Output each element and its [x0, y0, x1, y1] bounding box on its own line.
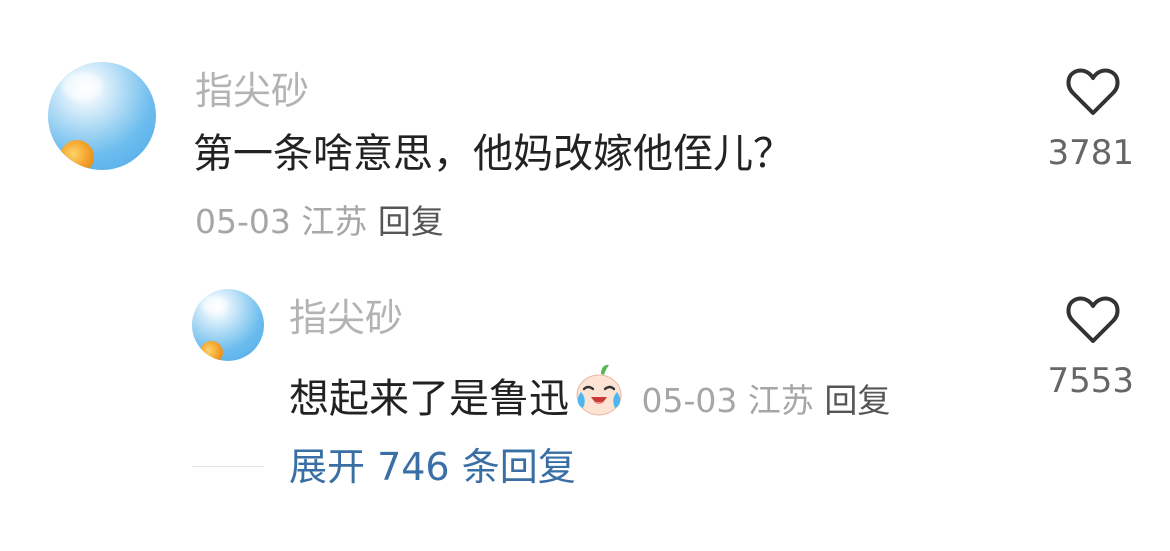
reply-text[interactable]: 想起来了是鲁迅: [289, 376, 569, 422]
reply-date: 05-03: [641, 381, 738, 420]
expand-divider: [192, 466, 264, 467]
reply-avatar[interactable]: [192, 289, 264, 361]
comment-text[interactable]: 第一条啥意思，他妈改嫁他侄儿？: [193, 134, 793, 174]
reply-meta: 05-03 江苏 回复: [631, 381, 891, 420]
avatar-glare: [201, 296, 227, 314]
comment-meta: 05-03 江苏 回复: [195, 205, 444, 238]
comment-reply-button[interactable]: 回复: [378, 202, 444, 241]
reply-username[interactable]: 指尖砂: [289, 299, 403, 337]
comment-location: 江苏: [301, 202, 368, 241]
comment-username[interactable]: 指尖砂: [195, 72, 309, 110]
reply-like-count: 7553: [1047, 361, 1134, 401]
avatar-glare: [62, 72, 102, 100]
heart-outline-icon[interactable]: [1065, 294, 1121, 346]
avatar[interactable]: [48, 62, 156, 170]
expand-replies-link[interactable]: 展开 746 条回复: [289, 448, 576, 486]
reply-reply-button[interactable]: 回复: [824, 381, 890, 420]
heart-outline-icon[interactable]: [1065, 66, 1121, 118]
avatar-sun: [200, 341, 223, 361]
crying-laughing-emoji: [576, 364, 622, 416]
comment-date: 05-03: [195, 202, 291, 241]
reply-location: 江苏: [747, 381, 814, 420]
reply-content-row: 想起来了是鲁迅 05-03 江苏 回复: [289, 362, 890, 419]
avatar-sun: [60, 140, 94, 170]
comment-like-count: 3781: [1047, 133, 1134, 173]
